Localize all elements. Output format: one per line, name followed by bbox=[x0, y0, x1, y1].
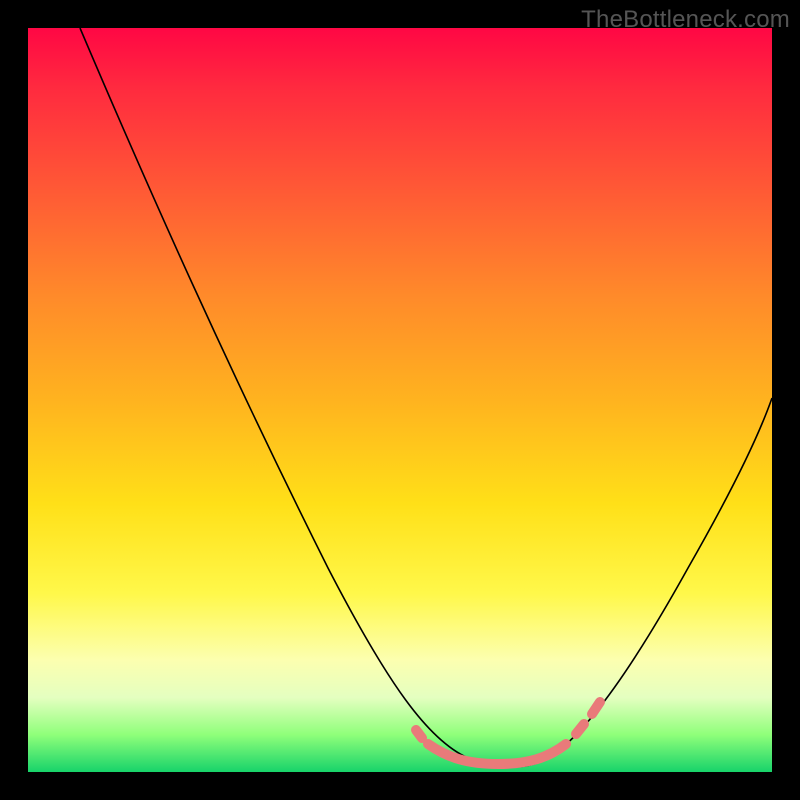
plot-area bbox=[28, 28, 772, 772]
chart-container: TheBottleneck.com bbox=[0, 0, 800, 800]
curve-svg bbox=[28, 28, 772, 772]
watermark-label: TheBottleneck.com bbox=[581, 6, 790, 34]
optimal-range-marker-left-1 bbox=[416, 730, 422, 738]
bottleneck-curve bbox=[80, 28, 772, 767]
optimal-range-marker-right-2 bbox=[592, 702, 600, 714]
optimal-range-marker-right-1 bbox=[576, 724, 584, 734]
